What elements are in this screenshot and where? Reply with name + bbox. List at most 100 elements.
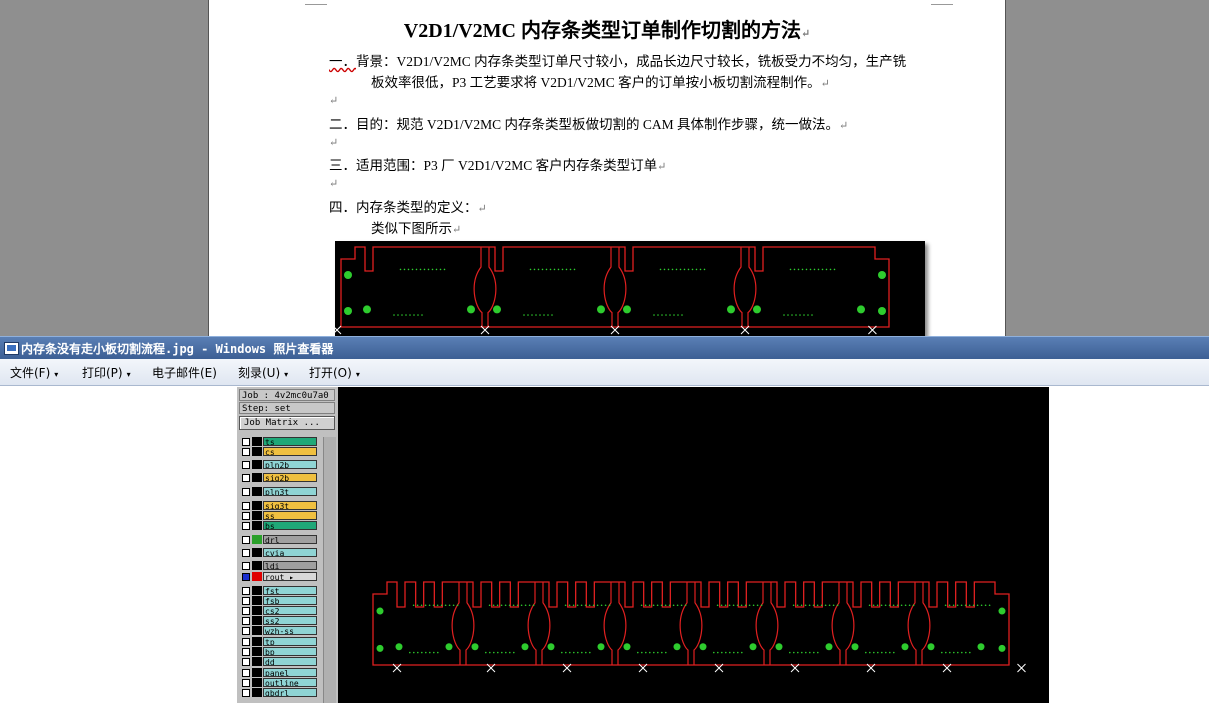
pcb-trace-dot xyxy=(443,268,446,271)
pcb-trace-dot xyxy=(485,651,487,654)
pcb-pad xyxy=(363,305,371,314)
pcb-trace-dot xyxy=(953,651,955,654)
pcb-trace-dot xyxy=(644,604,647,607)
menu-email[interactable]: 电子邮件(E) xyxy=(152,364,217,381)
pcb-trace-dot xyxy=(687,268,690,271)
layer-checkbox xyxy=(242,562,250,570)
pcb-trace-dot xyxy=(948,604,951,607)
pcb-trace-dot xyxy=(456,604,459,607)
cam-layer-panel: Job : 4v2mc0u7a0 Step: set Job Matrix ..… xyxy=(237,387,338,703)
menu-print[interactable]: 打印(P) ▾ xyxy=(82,364,131,381)
pcb-pad xyxy=(493,305,501,314)
pcb-trace-dot xyxy=(444,604,447,607)
empty-paragraph-mark: ↵ xyxy=(329,178,339,190)
pcb-trace-dot xyxy=(824,604,827,607)
layer-name: sig2b xyxy=(263,473,317,482)
pcb-trace-dot xyxy=(668,604,671,607)
pcb-trace-dot xyxy=(531,314,533,316)
layer-color-swatch xyxy=(252,586,262,595)
menu-file[interactable]: 文件(F) ▾ xyxy=(10,364,58,381)
pcb-pad xyxy=(927,643,935,651)
pcb-pad xyxy=(376,607,384,615)
pcb-trace-dot xyxy=(720,604,723,607)
pcb-trace-dot xyxy=(669,314,671,316)
pcb-trace-dot xyxy=(792,604,795,607)
pcb-trace-dot xyxy=(535,314,537,316)
pcb-trace-dot xyxy=(576,604,579,607)
pcb-trace-dot xyxy=(952,604,955,607)
pcb-trace-dot xyxy=(808,604,811,607)
menu-burn[interactable]: 刻录(U) ▾ xyxy=(238,364,288,381)
cam-layer-row: bs xyxy=(239,521,319,530)
pcb-trace-dot xyxy=(663,268,666,271)
pcb-trace-dot xyxy=(984,604,987,607)
pcb-outline xyxy=(372,581,1010,666)
pcb-trace-dot xyxy=(725,651,727,654)
layer-name: cs2 xyxy=(263,606,317,615)
layer-checkbox xyxy=(242,689,250,697)
layer-name: rout ▸ xyxy=(263,572,317,581)
cam-layer-scrollbar xyxy=(323,437,336,703)
pcb-trace-dot xyxy=(721,651,723,654)
empty-paragraph-mark: ↵ xyxy=(329,137,339,149)
pcb-trace-dot xyxy=(577,651,579,654)
pcb-separator xyxy=(527,582,551,665)
pcb-trace-dot xyxy=(524,604,527,607)
pcb-trace-dot xyxy=(527,314,529,316)
pcb-trace-dot xyxy=(661,314,663,316)
layer-checkbox xyxy=(242,669,250,677)
pcb-trace-dot xyxy=(789,651,791,654)
pcb-trace-dot xyxy=(805,268,808,271)
pcb-trace-dot xyxy=(865,651,867,654)
pcb-trace-dot xyxy=(803,314,805,316)
pcb-trace-dot xyxy=(804,604,807,607)
pcb-trace-dot xyxy=(604,604,607,607)
pcb-trace-dot xyxy=(549,268,552,271)
pcb-trace-dot xyxy=(797,268,800,271)
menu-open[interactable]: 打开(O) ▾ xyxy=(309,364,360,381)
pcb-separator xyxy=(603,582,627,665)
pcb-trace-dot xyxy=(565,268,568,271)
cam-layer-row: fst xyxy=(239,586,319,595)
pcb-trace-dot xyxy=(512,604,515,607)
pcb-trace-dot xyxy=(881,651,883,654)
pcb-trace-dot xyxy=(900,604,903,607)
pcb-trace-dot xyxy=(681,314,683,316)
cam-board-canvas xyxy=(338,387,1049,703)
pcb-trace-dot xyxy=(728,604,731,607)
pcb-trace-dot xyxy=(833,268,836,271)
pcb-trace-dot xyxy=(873,651,875,654)
pcb-trace-dot xyxy=(661,651,663,654)
layer-checkbox xyxy=(242,461,250,469)
pcb-trace-dot xyxy=(813,268,816,271)
pcb-trace-dot xyxy=(976,604,979,607)
layer-color-swatch xyxy=(252,535,262,544)
pcb-trace-dot xyxy=(732,604,735,607)
window-title-bar[interactable]: 内存条没有走小板切割流程.jpg - Windows 照片查看器 xyxy=(0,336,1209,359)
document-title: V2D1/V2MC 内存条类型订单制作切割的方法↵ xyxy=(403,20,811,42)
cam-layer-row: outline xyxy=(239,678,319,687)
pcb-trace-dot xyxy=(541,268,544,271)
pcb-trace-dot xyxy=(791,314,793,316)
pcb-pad xyxy=(521,643,529,651)
pcb-trace-dot xyxy=(581,651,583,654)
pcb-trace-dot xyxy=(868,604,871,607)
pcb-pad xyxy=(977,643,985,651)
cam-layer-row: ts xyxy=(239,437,319,446)
cam-layer-row: wzh-ss xyxy=(239,626,319,635)
pcb-trace-dot xyxy=(972,604,975,607)
pcb-trace-dot xyxy=(664,604,667,607)
layer-checkbox xyxy=(242,448,250,456)
layer-color-swatch xyxy=(252,437,262,446)
layer-color-swatch xyxy=(252,626,262,635)
pcb-trace-dot xyxy=(532,604,535,607)
pcb-trace-dot xyxy=(752,604,755,607)
cam-job-label: Job : 4v2mc0u7a0 xyxy=(239,389,335,401)
page-corner-mark xyxy=(931,0,953,5)
pcb-trace-dot xyxy=(737,651,739,654)
cam-layer-row: pln3t xyxy=(239,487,319,496)
pcb-trace-dot xyxy=(523,314,525,316)
pcb-trace-dot xyxy=(645,651,647,654)
pcb-trace-dot xyxy=(407,268,410,271)
pcb-trace-dot xyxy=(528,604,531,607)
